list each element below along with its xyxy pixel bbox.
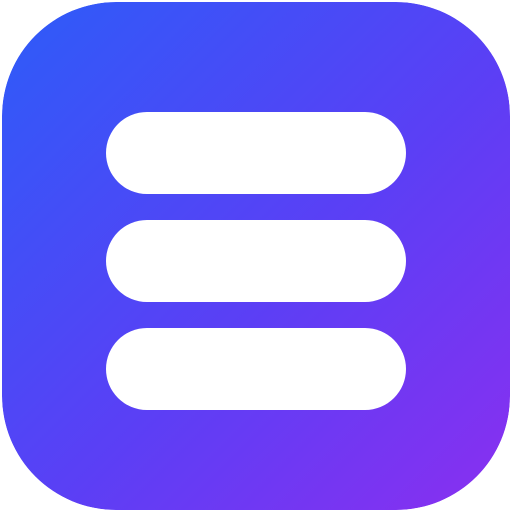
menu-bar-2 — [106, 220, 406, 302]
icon-canvas — [0, 0, 512, 512]
menu-icon — [2, 2, 510, 510]
app-icon-tile[interactable] — [2, 2, 510, 510]
menu-bar-1 — [106, 112, 406, 194]
menu-bars — [106, 112, 406, 410]
menu-bar-3 — [106, 328, 406, 410]
